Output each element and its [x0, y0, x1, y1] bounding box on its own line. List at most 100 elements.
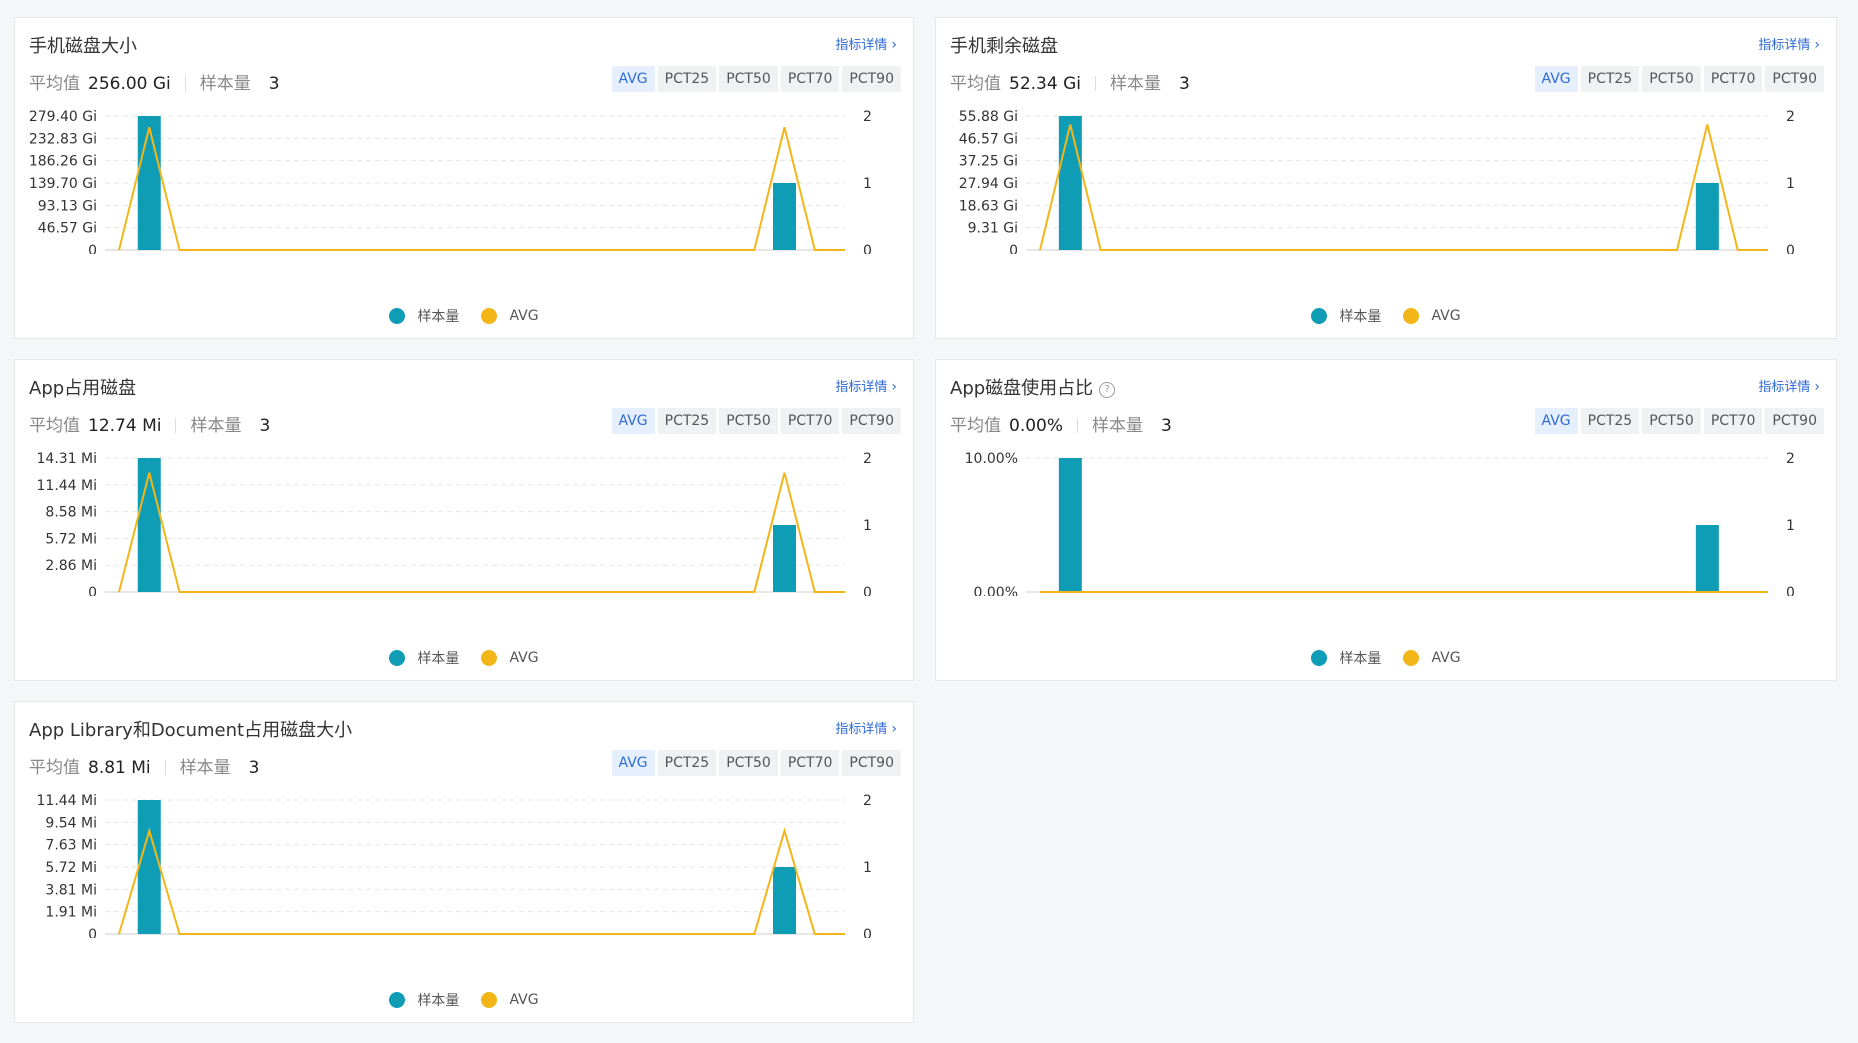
legend-item-avg[interactable]: AVG: [1403, 648, 1461, 668]
legend-label-count: 样本量: [1339, 651, 1382, 667]
chevron-right-icon: ›: [1814, 379, 1820, 395]
y-axis-label: 0: [1009, 243, 1018, 254]
legend-label-count: 样本量: [417, 651, 460, 667]
y-axis-label: 46.57 Gi: [38, 221, 97, 237]
pct-button-pct25[interactable]: PCT25: [1580, 408, 1640, 434]
y-axis-label: 0: [88, 927, 97, 938]
bar: [773, 183, 796, 250]
y-axis-label: 186.26 Gi: [29, 154, 97, 170]
avg-line: [118, 827, 845, 935]
pct-button-pct70[interactable]: PCT70: [1703, 408, 1763, 434]
count-value: 3: [259, 416, 271, 436]
y2-axis-label: 2: [1786, 109, 1795, 125]
metric-chart: 0 1.91 Mi 3.81 Mi 5.72 Mi 7.63 Mi 9.54 Mi 11.4…: [37, 793, 872, 938]
pct-button-pct50[interactable]: PCT50: [719, 408, 778, 434]
pct-button-pct90[interactable]: PCT90: [842, 66, 901, 92]
y-axis-label: 9.31 Gi: [968, 221, 1018, 237]
chart-legend: 样本量 AVG: [936, 306, 1836, 326]
pct-button-avg[interactable]: AVG: [1534, 408, 1578, 434]
pct-button-pct50[interactable]: PCT50: [1642, 408, 1701, 434]
bar: [1695, 525, 1719, 592]
pct-button-pct25[interactable]: PCT25: [657, 66, 717, 92]
legend-item-avg[interactable]: AVG: [481, 306, 539, 326]
chart-legend: 样本量 AVG: [15, 648, 913, 668]
legend-item-avg[interactable]: AVG: [481, 648, 539, 668]
bar: [1058, 458, 1082, 592]
bar: [1695, 183, 1719, 250]
divider: [1094, 76, 1096, 91]
bar: [137, 116, 161, 250]
pct-button-pct25[interactable]: PCT25: [657, 750, 717, 776]
pct-button-pct50[interactable]: PCT50: [719, 750, 778, 776]
y2-axis-label: 2: [863, 793, 872, 809]
bar: [773, 525, 796, 592]
legend-label-count: 样本量: [417, 993, 460, 1009]
legend-dot-avg: [481, 992, 498, 1008]
detail-link[interactable]: 指标详情 ›: [1758, 376, 1820, 395]
help-icon[interactable]: ?: [1099, 382, 1116, 398]
summary-stats: 平均值 0.00% 样本量 3: [950, 411, 1172, 436]
y-axis-label: 279.40 Gi: [29, 109, 97, 125]
pct-button-pct90[interactable]: PCT90: [1765, 66, 1824, 92]
percentile-selector: AVG PCT25 PCT50 PCT70 PCT90: [1534, 408, 1824, 434]
legend-dot-avg: [1403, 308, 1420, 324]
pct-button-avg[interactable]: AVG: [611, 408, 655, 434]
avg-value: 0.00%: [1009, 416, 1064, 436]
pct-button-pct70[interactable]: PCT70: [780, 750, 840, 776]
metric-chart: 0 2.86 Mi 5.72 Mi 8.58 Mi 11.44 Mi 14.31 Mi 0 1…: [37, 451, 872, 596]
pct-button-pct50[interactable]: PCT50: [719, 66, 778, 92]
y-axis-label: 232.83 Gi: [29, 131, 97, 147]
y-axis-label: 37.25 Gi: [959, 154, 1018, 170]
dashboard: 手机磁盘大小 指标详情 › 平均值 256.00 Gi 样本量 3 AVG PCT25 …: [0, 0, 1858, 1043]
legend-item-count[interactable]: 样本量: [1311, 648, 1381, 668]
pct-button-pct50[interactable]: PCT50: [1642, 66, 1701, 92]
avg-line: [118, 126, 845, 251]
pct-button-pct90[interactable]: PCT90: [842, 750, 901, 776]
legend-item-count[interactable]: 样本量: [389, 990, 459, 1010]
legend-item-avg[interactable]: AVG: [1403, 306, 1461, 326]
card-title: 手机剩余磁盘: [950, 36, 1058, 57]
legend-item-count[interactable]: 样本量: [389, 648, 459, 668]
pct-button-avg[interactable]: AVG: [611, 66, 655, 92]
pct-button-pct70[interactable]: PCT70: [780, 408, 840, 434]
chart-legend: 样本量 AVG: [15, 990, 913, 1010]
detail-link[interactable]: 指标详情 ›: [835, 718, 897, 737]
y2-axis-label: 1: [863, 518, 872, 534]
legend-item-count[interactable]: 样本量: [389, 306, 459, 326]
legend-item-avg[interactable]: AVG: [481, 990, 539, 1010]
detail-link[interactable]: 指标详情 ›: [835, 376, 897, 395]
y-axis-label: 5.72 Mi: [45, 531, 97, 547]
avg-label: 平均值: [29, 416, 80, 436]
pct-button-pct25[interactable]: PCT25: [657, 408, 717, 434]
detail-link[interactable]: 指标详情 ›: [1758, 34, 1820, 53]
summary-stats: 平均值 256.00 Gi 样本量 3: [29, 69, 280, 94]
detail-link[interactable]: 指标详情 ›: [835, 34, 897, 53]
pct-button-pct90[interactable]: PCT90: [1765, 408, 1824, 434]
legend-label-count: 样本量: [417, 309, 460, 325]
metric-card: App占用磁盘 指标详情 › 平均值 12.74 Mi 样本量 3 AVG PCT25 …: [14, 359, 914, 681]
pct-button-avg[interactable]: AVG: [1534, 66, 1578, 92]
y-axis-label: 0: [88, 585, 97, 596]
pct-button-avg[interactable]: AVG: [611, 750, 655, 776]
percentile-selector: AVG PCT25 PCT50 PCT70 PCT90: [611, 408, 901, 434]
divider: [175, 418, 177, 433]
pct-button-pct70[interactable]: PCT70: [1703, 66, 1763, 92]
y2-axis-label: 0: [1786, 243, 1795, 254]
y2-axis-label: 2: [863, 451, 872, 467]
card-title: 手机磁盘大小: [29, 36, 137, 57]
legend-label-avg: AVG: [509, 308, 539, 324]
pct-button-pct70[interactable]: PCT70: [780, 66, 840, 92]
chevron-right-icon: ›: [1814, 37, 1820, 53]
card-title: App磁盘使用占比?: [950, 374, 1116, 400]
avg-value: 8.81 Mi: [88, 758, 151, 778]
avg-line: [1039, 124, 1768, 251]
legend-item-count[interactable]: 样本量: [1311, 306, 1381, 326]
avg-value: 52.34 Gi: [1009, 74, 1081, 94]
summary-stats: 平均值 52.34 Gi 样本量 3: [950, 69, 1190, 94]
legend-dot-count: [389, 650, 406, 666]
pct-button-pct25[interactable]: PCT25: [1580, 66, 1640, 92]
pct-button-pct90[interactable]: PCT90: [842, 408, 901, 434]
detail-link-label: 指标详情: [1758, 380, 1811, 395]
count-label: 样本量: [190, 416, 242, 436]
legend-dot-avg: [481, 308, 498, 324]
